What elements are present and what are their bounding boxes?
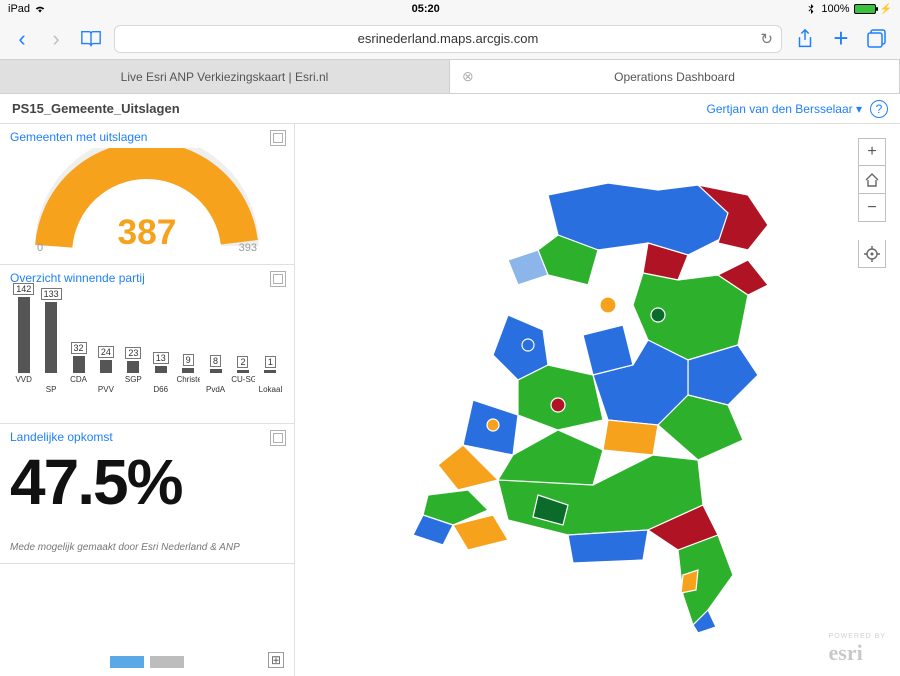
clock: 05:20 xyxy=(46,3,805,15)
turnout-credit: Mede mogelijk gemaakt door Esri Nederlan… xyxy=(10,542,284,553)
gauge-max: 393 xyxy=(239,242,257,254)
bar xyxy=(73,356,85,373)
browser-tab-inactive[interactable]: Live Esri ANP Verkiezingskaart | Esri.nl xyxy=(0,60,450,93)
bluetooth-icon xyxy=(805,4,817,14)
wifi-icon xyxy=(34,4,46,14)
tabs-button[interactable] xyxy=(864,26,890,52)
browser-toolbar: ‹ › esrinederland.maps.arcgis.com ↻ + xyxy=(0,18,900,60)
bar-column: 13 xyxy=(149,352,172,373)
bar-column: 24 xyxy=(94,346,117,373)
bar-value: 133 xyxy=(41,288,62,300)
side-panels: Gemeenten met uitslagen 387 0 393 Overzi… xyxy=(0,124,295,676)
bar-value: 23 xyxy=(125,347,141,359)
bar-column: 1 xyxy=(259,356,282,373)
bar-column: 23 xyxy=(122,347,145,373)
expand-icon[interactable] xyxy=(270,271,286,287)
bar-label: PVV xyxy=(94,385,117,394)
ipad-status-bar: iPad 05:20 100% ⚡ xyxy=(0,0,900,18)
expand-icon[interactable] xyxy=(270,130,286,146)
choropleth-map-netherlands[interactable] xyxy=(398,165,798,635)
battery-percent: 100% xyxy=(821,3,849,15)
bar xyxy=(127,361,139,373)
gauge-panel: Gemeenten met uitslagen 387 0 393 xyxy=(0,124,294,265)
esri-attribution: POWERED BY esri xyxy=(829,633,886,666)
bookmarks-button[interactable] xyxy=(78,26,104,52)
bar-label: ChristenUnie xyxy=(176,375,199,384)
bar-label: CU-SGP xyxy=(231,375,254,384)
zoom-out-button[interactable]: − xyxy=(858,194,886,222)
turnout-panel: Landelijke opkomst 47.5% Mede mogelijk g… xyxy=(0,424,294,564)
dashboard-title: PS15_Gemeente_Uitslagen xyxy=(12,101,180,116)
side-panel-footer: ⊞ xyxy=(0,564,294,676)
tab-label: Operations Dashboard xyxy=(614,70,735,84)
map-zoom-controls: + − xyxy=(858,138,886,268)
turnout-panel-title: Landelijke opkomst xyxy=(10,430,284,444)
battery-icon xyxy=(854,4,876,14)
bar-column: 133 xyxy=(39,288,62,373)
bar xyxy=(155,366,167,373)
charging-icon: ⚡ xyxy=(880,4,892,15)
bar xyxy=(210,369,222,373)
bar-label: Lokaal xyxy=(259,385,282,394)
browser-tab-strip: Live Esri ANP Verkiezingskaart | Esri.nl… xyxy=(0,60,900,94)
gauge-chart: 387 xyxy=(32,148,262,256)
home-extent-button[interactable] xyxy=(858,166,886,194)
bar-column: 142 xyxy=(12,283,35,373)
page-indicator[interactable] xyxy=(110,656,184,668)
bar-column: 2 xyxy=(231,356,254,373)
add-panel-button[interactable]: ⊞ xyxy=(268,652,284,668)
bar xyxy=(45,302,57,373)
bar-label: CDA xyxy=(67,375,90,384)
bar-label: VVD xyxy=(12,375,35,384)
bar xyxy=(100,360,112,373)
bar-value: 2 xyxy=(237,356,248,368)
close-tab-icon[interactable]: ⊗ xyxy=(462,68,474,85)
help-button[interactable]: ? xyxy=(870,100,888,118)
bar-label: SP xyxy=(39,385,62,394)
map-area[interactable]: + − POWERED BY esri xyxy=(295,124,900,676)
gauge-min: 0 xyxy=(37,242,43,254)
back-button[interactable]: ‹ xyxy=(10,26,34,52)
bar-label: SGP xyxy=(122,375,145,384)
bar-column: 9 xyxy=(176,354,199,373)
bar xyxy=(182,368,194,373)
browser-tab-active[interactable]: ⊗ Operations Dashboard xyxy=(450,60,900,93)
tab-label: Live Esri ANP Verkiezingskaart | Esri.nl xyxy=(121,70,329,84)
url-text: esrinederland.maps.arcgis.com xyxy=(358,31,539,46)
locate-button[interactable] xyxy=(858,240,886,268)
bar xyxy=(237,370,249,373)
bar-value: 32 xyxy=(71,342,87,354)
page-dot-active[interactable] xyxy=(110,656,144,668)
address-bar[interactable]: esrinederland.maps.arcgis.com ↻ xyxy=(114,25,782,53)
bar-value: 13 xyxy=(153,352,169,364)
winners-panel: Overzicht winnende partij 142 133 32 24 23 13… xyxy=(0,265,294,424)
forward-button[interactable]: › xyxy=(44,26,68,52)
bar-value: 9 xyxy=(183,354,194,366)
bar-value: 8 xyxy=(210,355,221,367)
bar xyxy=(264,370,276,373)
dashboard-header: PS15_Gemeente_Uitslagen Gertjan van den … xyxy=(0,94,900,124)
device-label: iPad xyxy=(8,3,30,15)
bar-label: D66 xyxy=(149,385,172,394)
bar-value: 1 xyxy=(265,356,276,368)
zoom-in-button[interactable]: + xyxy=(858,138,886,166)
new-tab-button[interactable]: + xyxy=(828,26,854,52)
winners-panel-title: Overzicht winnende partij xyxy=(10,271,284,285)
bar xyxy=(18,297,30,373)
bar-column: 32 xyxy=(67,342,90,373)
bar-label: PvdA xyxy=(204,385,227,394)
winners-bar-chart: 142133322423139821 VVDSPCDAPVVSGPD66Chri… xyxy=(10,293,284,413)
gauge-panel-title: Gemeenten met uitslagen xyxy=(10,130,284,144)
page-dot[interactable] xyxy=(150,656,184,668)
bar-value: 142 xyxy=(13,283,34,295)
bar-value: 24 xyxy=(98,346,114,358)
turnout-value: 47.5% xyxy=(10,450,284,514)
user-menu[interactable]: Gertjan van den Bersselaar ▾ xyxy=(707,102,862,116)
dashboard-body: Gemeenten met uitslagen 387 0 393 Overzi… xyxy=(0,124,900,676)
bar-column: 8 xyxy=(204,355,227,373)
gauge-value: 387 xyxy=(118,213,177,252)
share-button[interactable] xyxy=(792,26,818,52)
reload-icon[interactable]: ↻ xyxy=(760,30,773,48)
expand-icon[interactable] xyxy=(270,430,286,446)
